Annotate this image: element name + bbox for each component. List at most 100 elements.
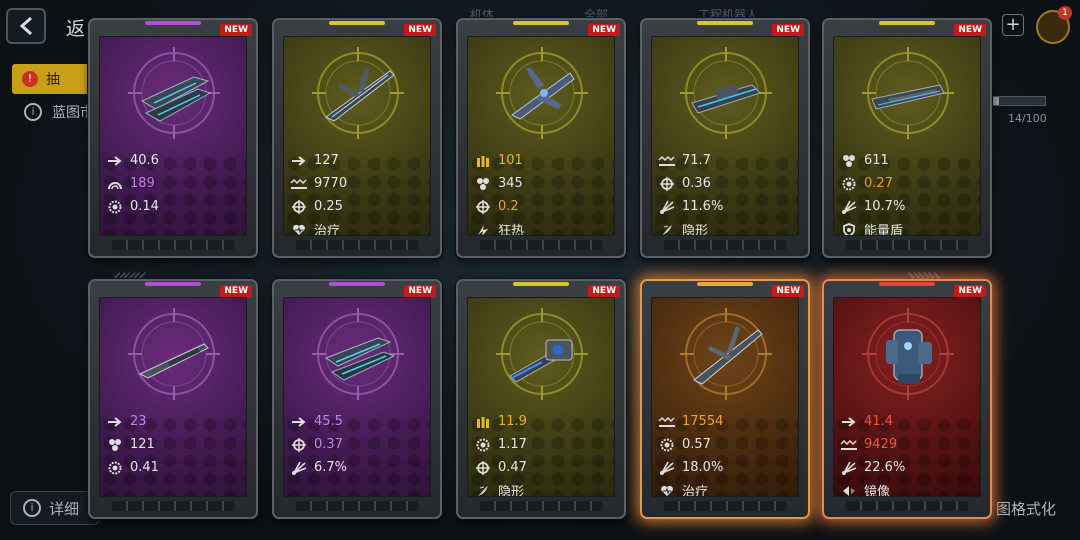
collection-progress-bar <box>990 96 1046 106</box>
blueprint-card[interactable]: NEW 17554 0.57 18.0% 治疗 <box>640 279 810 519</box>
stat-row: 治疗 <box>290 218 426 235</box>
card-panel: 611 0.27 10.7% 能量盾 <box>833 36 981 236</box>
stat-value: 10.7% <box>864 199 906 214</box>
arrow-icon <box>290 415 308 429</box>
warning-tab-label: 抽 <box>46 72 60 88</box>
blueprint-card[interactable]: NEW 611 0.27 10.7% 能量盾 <box>822 18 992 258</box>
blueprint-card[interactable]: NEW 23 121 0.41 <box>88 279 258 519</box>
stat-value: 0.25 <box>314 199 343 214</box>
stat-value: 611 <box>864 153 889 168</box>
ship-icon <box>308 304 408 404</box>
wave-icon <box>290 177 308 191</box>
stat-value: 治疗 <box>682 485 709 497</box>
stat-value: 18.0% <box>682 460 724 475</box>
ship-icon <box>676 304 776 404</box>
stat-row: 9770 <box>290 172 426 195</box>
blueprint-card[interactable]: NEW 101 345 0.2 狂热 <box>456 18 626 258</box>
stat-row: 18.0% <box>658 456 794 479</box>
stat-row: 101 <box>474 149 610 172</box>
stat-value: 0.57 <box>682 437 711 452</box>
stat-value: 0.41 <box>130 460 159 475</box>
blueprint-card[interactable]: NEW 41.4 9429 22.6% 镜像 <box>822 279 992 519</box>
stat-row: 0.27 <box>840 172 976 195</box>
stat-row: 0.41 <box>106 456 242 479</box>
progress-fill <box>991 97 999 105</box>
stat-row: 611 <box>840 149 976 172</box>
details-button[interactable]: i 详细 <box>10 491 100 525</box>
spread-icon <box>290 461 308 475</box>
crosshair-icon <box>474 460 492 475</box>
page-title: 返 <box>66 18 86 40</box>
stat-list: 11.9 1.17 0.47 隐形 <box>474 410 610 496</box>
stat-value: 11.6% <box>682 199 724 214</box>
blueprint-card[interactable]: NEW 127 9770 0.25 治疗 <box>272 18 442 258</box>
gear-icon <box>474 438 492 452</box>
stat-value: 0.27 <box>864 176 893 191</box>
card-footer-slots <box>846 501 968 511</box>
stat-list: 101 345 0.2 狂热 <box>474 149 610 235</box>
new-badge: NEW <box>772 285 804 297</box>
format-label[interactable]: 图格式化 <box>996 498 1056 519</box>
ship-icon <box>124 43 224 143</box>
blueprint-card[interactable]: NEW 11.9 1.17 0.47 隐形 <box>456 279 626 519</box>
new-badge: NEW <box>954 24 986 36</box>
info-icon[interactable]: i <box>24 103 42 121</box>
stat-list: 45.5 0.37 6.7% <box>290 410 426 479</box>
stat-value: 189 <box>130 176 155 191</box>
stat-value: 0.36 <box>682 176 711 191</box>
blueprint-card[interactable]: NEW 71.7 0.36 11.6% 隐形 <box>640 18 810 258</box>
collection-progress-text: 14/100 <box>1008 112 1047 125</box>
stat-row: 0.36 <box>658 172 794 195</box>
new-badge: NEW <box>588 285 620 297</box>
stat-row: 345 <box>474 172 610 195</box>
blueprint-card[interactable]: NEW 40.6 189 0.14 <box>88 18 258 258</box>
stat-value: 23 <box>130 414 147 429</box>
rarity-stripe <box>329 282 385 286</box>
ship-icon <box>308 43 408 143</box>
stat-row: 0.2 <box>474 195 610 218</box>
ship-icon <box>676 43 776 143</box>
stat-list: 40.6 189 0.14 <box>106 149 242 218</box>
stat-value: 9770 <box>314 176 348 191</box>
stat-row: 121 <box>106 433 242 456</box>
blueprint-card[interactable]: NEW 45.5 0.37 6.7% <box>272 279 442 519</box>
stat-value: 127 <box>314 153 339 168</box>
stat-row: 0.25 <box>290 195 426 218</box>
stat-row: 0.37 <box>290 433 426 456</box>
warning-tab[interactable]: ! 抽 <box>12 64 92 94</box>
stat-list: 127 9770 0.25 治疗 <box>290 149 426 235</box>
stat-list: 23 121 0.41 <box>106 410 242 479</box>
cart-badge: 1 <box>1058 6 1072 20</box>
add-button[interactable]: + <box>1002 14 1024 36</box>
stat-value: 6.7% <box>314 460 348 475</box>
card-footer-slots <box>296 240 418 250</box>
frenzy-icon <box>474 223 492 235</box>
stat-value: 9429 <box>864 437 898 452</box>
stat-row: 40.6 <box>106 149 242 172</box>
card-footer-slots <box>112 501 234 511</box>
stealth-icon <box>658 223 676 236</box>
rarity-stripe <box>513 21 569 25</box>
stat-row: 45.5 <box>290 410 426 433</box>
rarity-stripe <box>145 21 201 25</box>
robot-icon <box>858 304 958 404</box>
card-footer-slots <box>664 501 786 511</box>
stat-value: 0.14 <box>130 199 159 214</box>
stat-value: 11.9 <box>498 414 527 429</box>
card-panel: 17554 0.57 18.0% 治疗 <box>651 297 799 497</box>
stat-list: 611 0.27 10.7% 能量盾 <box>840 149 976 235</box>
rarity-stripe <box>697 21 753 25</box>
stat-row: 狂热 <box>474 218 610 235</box>
spread-icon <box>658 200 676 214</box>
crosshair-icon <box>290 437 308 452</box>
back-button[interactable] <box>6 8 46 44</box>
card-footer-slots <box>664 240 786 250</box>
rarity-stripe <box>145 282 201 286</box>
stat-list: 17554 0.57 18.0% 治疗 <box>658 410 794 497</box>
stat-row: 治疗 <box>658 479 794 497</box>
stat-value: 0.37 <box>314 437 343 452</box>
spread-icon <box>840 461 858 475</box>
info-icon: i <box>23 499 41 517</box>
stat-value: 45.5 <box>314 414 343 429</box>
card-footer-slots <box>296 501 418 511</box>
